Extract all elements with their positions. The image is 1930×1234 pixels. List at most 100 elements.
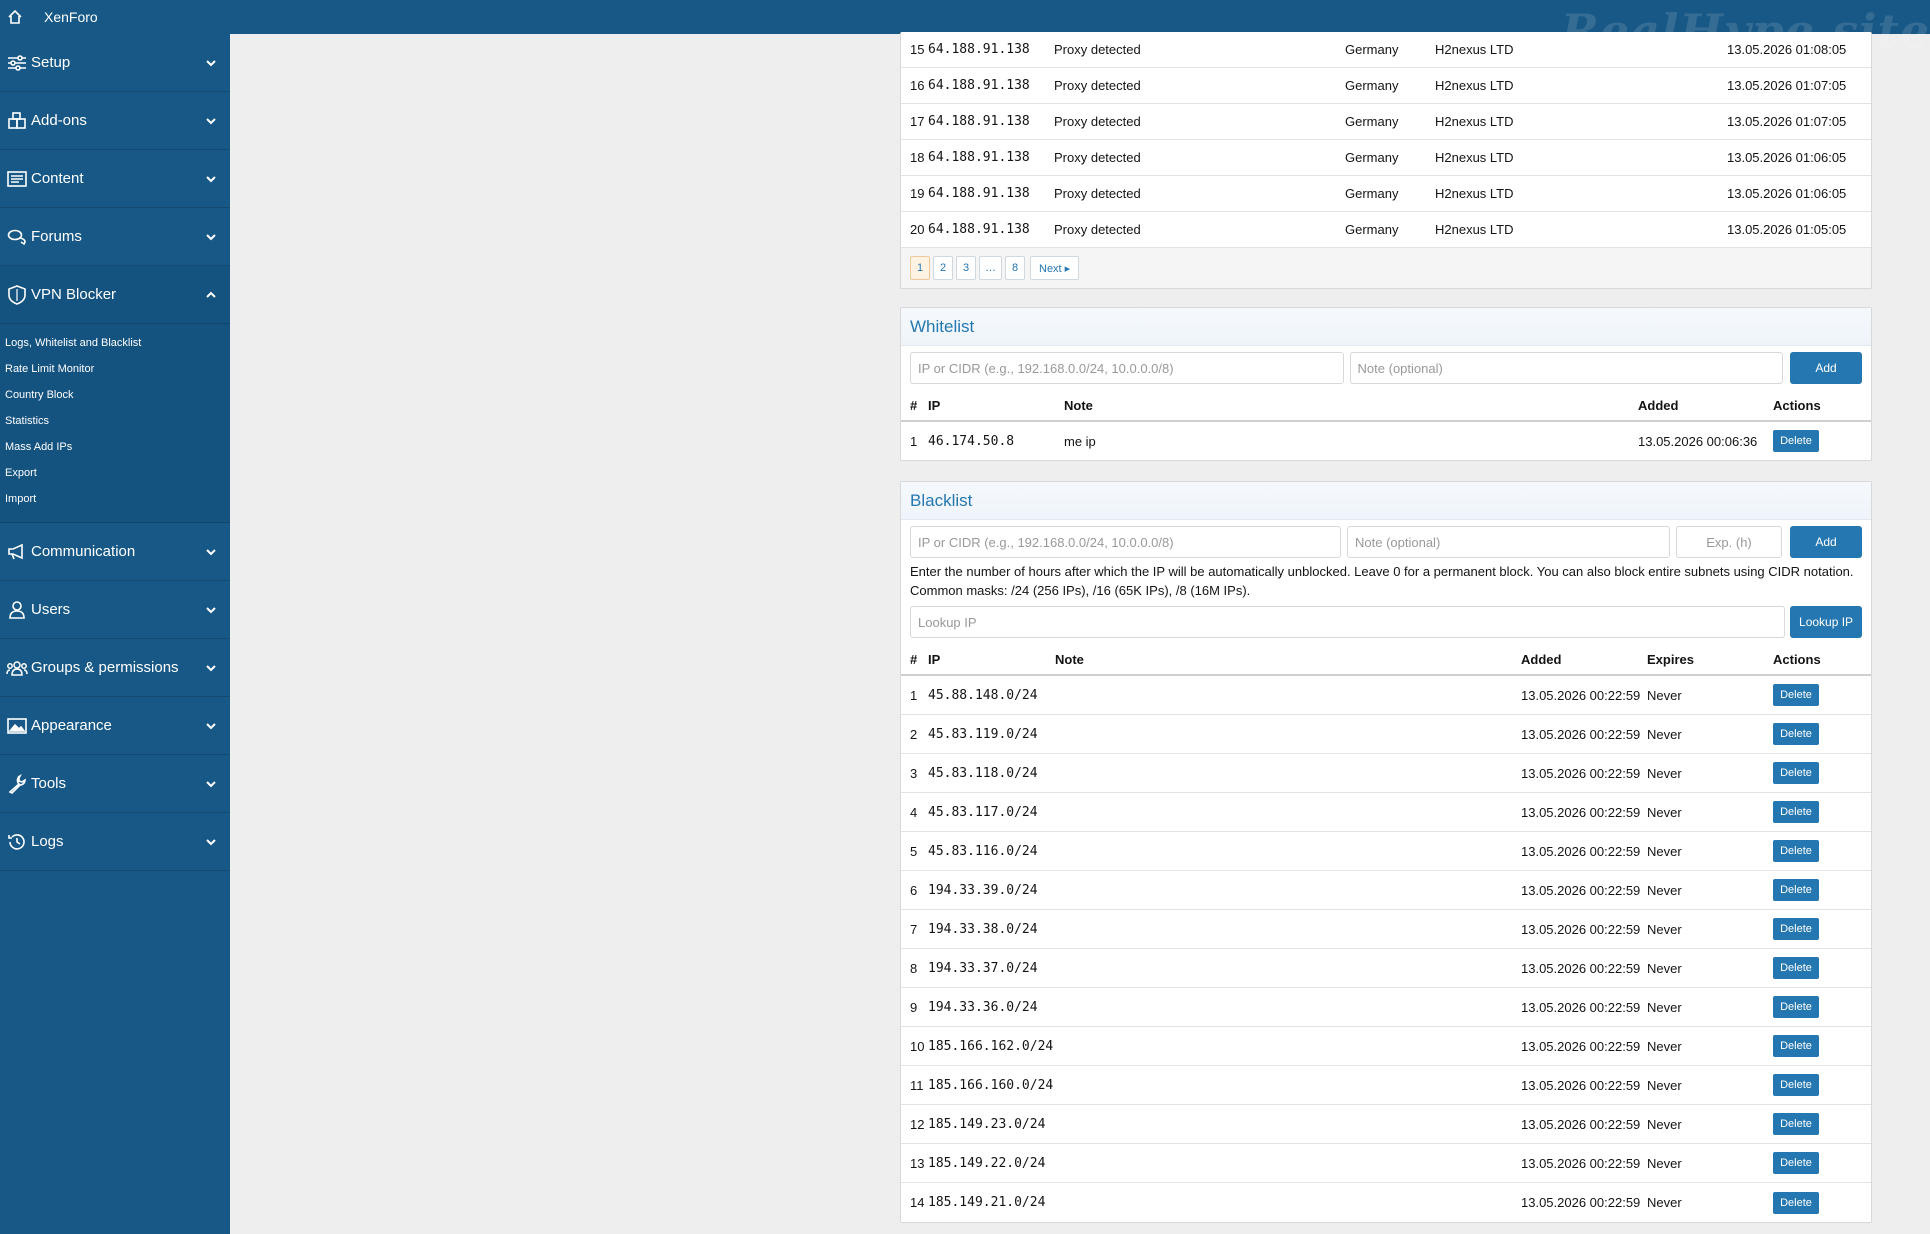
sidebar-item-label: Content [31,170,84,187]
sidebar-item-label: Logs [31,833,64,850]
page-ellipsis[interactable]: … [979,256,1002,280]
col-ip: IP [928,651,941,667]
page-2-link[interactable]: 2 [933,256,953,280]
row-num: 16 [910,78,925,93]
delete-button[interactable]: Delete [1773,1191,1819,1214]
subnav-statistics[interactable]: Statistics [0,408,230,434]
row-added: 13.05.2026 00:22:59 [1521,999,1641,1015]
row-date: 13.05.2026 01:08:05 [1727,42,1847,57]
row-ip: 64.188.91.138 [928,42,1030,57]
table-row: 7 194.33.38.0/24 13.05.2026 00:22:59 Never D… [901,910,1871,949]
delete-button[interactable]: Delete [1773,918,1819,940]
sidebar-item-appearance[interactable]: Appearance [0,697,230,755]
row-ip: 185.149.23.0/24 [928,1116,1046,1132]
row-num: 11 [910,1077,924,1093]
table-row: 13 185.149.22.0/24 13.05.2026 00:22:59 Neve… [901,1144,1871,1183]
chevron-down-icon [206,117,216,124]
home-icon[interactable] [0,0,30,34]
row-num: 17 [910,114,925,129]
delete-button[interactable]: Delete [1773,684,1819,706]
subnav-mass-add-ips[interactable]: Mass Add IPs [0,434,230,460]
sidebar-item-label: Add-ons [31,112,87,129]
sidebar-item-add-ons[interactable]: Add-ons [0,92,230,150]
delete-button[interactable]: Delete [1773,801,1819,823]
row-isp: H2nexus LTD [1435,114,1514,129]
subnav-logs-whitelist-blacklist[interactable]: Logs, Whitelist and Blacklist [0,330,230,356]
col-actions: Actions [1773,397,1821,413]
sidebar-item-forums[interactable]: Forums [0,208,230,266]
row-added: 13.05.2026 00:22:59 [1521,960,1641,976]
page-3-link[interactable]: 3 [956,256,976,280]
blacklist-note-input[interactable]: Note (optional) [1347,526,1670,558]
page-1-link[interactable]: 1 [910,256,930,280]
subnav-import[interactable]: Import [0,486,230,512]
row-expires: Never [1647,1077,1682,1093]
delete-button[interactable]: Delete [1773,879,1819,901]
col-num: # [910,397,918,413]
subnav-country-block[interactable]: Country Block [0,382,230,408]
delete-button[interactable]: Delete [1773,762,1819,784]
row-expires: Never [1647,1116,1682,1132]
row-expires: Never [1647,804,1682,820]
sidebar-item-communication[interactable]: Communication [0,523,230,581]
col-added: Added [1521,651,1562,667]
delete-button[interactable]: Delete [1773,1035,1819,1057]
subnav-export[interactable]: Export [0,460,230,486]
sidebar-item-content[interactable]: Content [0,150,230,208]
sidebar-item-vpn-blocker[interactable]: VPN Blocker [0,266,230,324]
row-num: 5 [910,843,918,859]
row-num: 13 [910,1155,925,1171]
row-num: 1 [910,687,918,703]
table-row: 16 64.188.91.138 Proxy detected Germany H2ne… [901,68,1871,104]
delete-button[interactable]: Delete [1773,957,1819,979]
wrench-icon [6,773,28,795]
row-num: 1 [910,433,918,449]
row-country: Germany [1345,78,1399,93]
row-reason: Proxy detected [1054,222,1141,237]
sidebar-item-users[interactable]: Users [0,581,230,639]
delete-button[interactable]: Delete [1773,430,1819,452]
logs-table: 15 64.188.91.138 Proxy detected Germany H2ne… [901,32,1871,248]
delete-button[interactable]: Delete [1773,996,1819,1018]
sidebar-item-label: Communication [31,543,136,560]
delete-button[interactable]: Delete [1773,1152,1819,1174]
blacklist-ip-input[interactable]: IP or CIDR (e.g., 192.168.0.0/24, 10.0.0… [910,526,1341,558]
chevron-down-icon [206,233,216,240]
row-expires: Never [1647,726,1682,742]
sidebar-item-label: Setup [31,54,71,71]
row-date: 13.05.2026 01:06:05 [1727,186,1847,201]
delete-button[interactable]: Delete [1773,1074,1819,1096]
sidebar-item-setup[interactable]: Setup [0,34,230,92]
row-country: Germany [1345,222,1399,237]
table-row: 5 45.83.116.0/24 13.05.2026 00:22:59 Never D… [901,832,1871,871]
row-added: 13.05.2026 00:06:36 [1638,433,1758,449]
vpn-blocker-subnav: Logs, Whitelist and Blacklist Rate Limit… [0,324,230,523]
blacklist-header: # IP Note Added Expires Actions [901,644,1871,676]
blacklist-add-button[interactable]: Add [1790,526,1862,558]
lookup-ip-input[interactable]: Lookup IP [910,606,1786,638]
whitelist-add-button[interactable]: Add [1790,352,1863,384]
delete-button[interactable]: Delete [1773,723,1819,745]
lookup-ip-button[interactable]: Lookup IP [1790,606,1862,638]
whitelist-note-input[interactable]: Note (optional) [1349,352,1784,384]
page-8-link[interactable]: 8 [1005,256,1025,280]
blacklist-expiry-input[interactable]: Exp. (h) [1676,526,1782,558]
sidebar-item-groups-permissions[interactable]: Groups & permissions [0,639,230,697]
delete-button[interactable]: Delete [1773,1113,1819,1135]
subnav-rate-limit-monitor[interactable]: Rate Limit Monitor [0,356,230,382]
row-expires: Never [1647,960,1682,976]
sidebar-item-tools[interactable]: Tools [0,755,230,813]
whitelist-ip-input[interactable]: IP or CIDR (e.g., 192.168.0.0/24, 10.0.0… [910,352,1344,384]
chat-icon [6,226,28,248]
delete-button[interactable]: Delete [1773,840,1819,862]
blacklist-title: Blacklist [901,482,1871,520]
row-reason: Proxy detected [1054,42,1141,57]
chevron-down-icon [206,548,216,555]
sidebar-item-logs[interactable]: Logs [0,813,230,871]
next-page-link[interactable]: Next ▸ [1030,256,1080,280]
row-expires: Never [1647,1038,1682,1054]
row-isp: H2nexus LTD [1435,78,1514,93]
table-row: 10 185.166.162.0/24 13.05.2026 00:22:59 Nev… [901,1027,1871,1066]
brand-link[interactable]: XenForo [44,9,98,25]
whitelist-block: Whitelist IP or CIDR (e.g., 192.168.0.0/… [900,307,1872,461]
